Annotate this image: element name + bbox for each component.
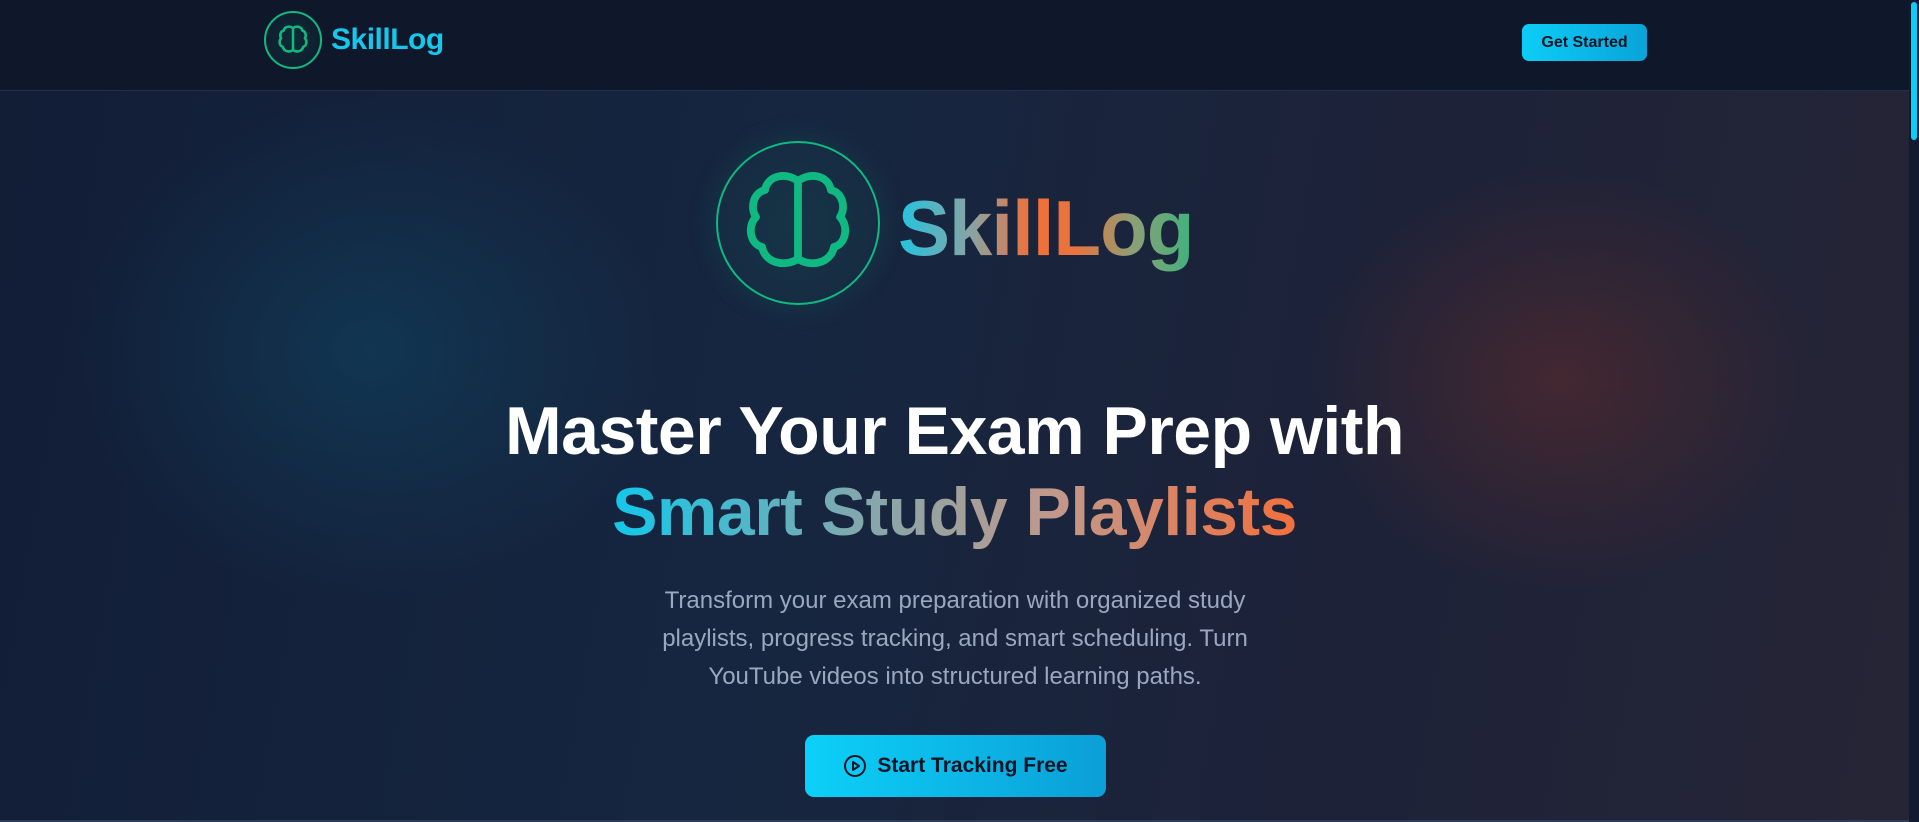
start-tracking-button[interactable]: Start Tracking Free [805, 735, 1106, 797]
hero-headline: Master Your Exam Prep with [505, 393, 1405, 469]
top-navbar: SkillLog Get Started [0, 0, 1919, 91]
scrollbar-thumb[interactable] [1911, 2, 1917, 140]
brain-icon [264, 11, 322, 69]
start-tracking-label: Start Tracking Free [877, 754, 1068, 777]
hero-headline-highlight: Smart Study Playlists [0, 471, 1909, 553]
nav-brand-link[interactable]: SkillLog [264, 11, 444, 69]
nav-brand-name: SkillLog [331, 23, 444, 56]
brain-icon [746, 172, 850, 268]
get-started-button[interactable]: Get Started [1522, 24, 1647, 61]
hero-brand-name: SkillLog [898, 184, 1194, 272]
page-scrollbar[interactable] [1909, 0, 1919, 822]
hero-subtitle: Transform your exam preparation with org… [662, 587, 1248, 690]
hero-headline-highlight-text: Smart Study Playlists [612, 474, 1297, 550]
landing-page: SkillLog Get Started SkillLog Master You… [0, 0, 1919, 822]
hero-logo [716, 141, 880, 305]
play-circle-icon [843, 754, 867, 778]
